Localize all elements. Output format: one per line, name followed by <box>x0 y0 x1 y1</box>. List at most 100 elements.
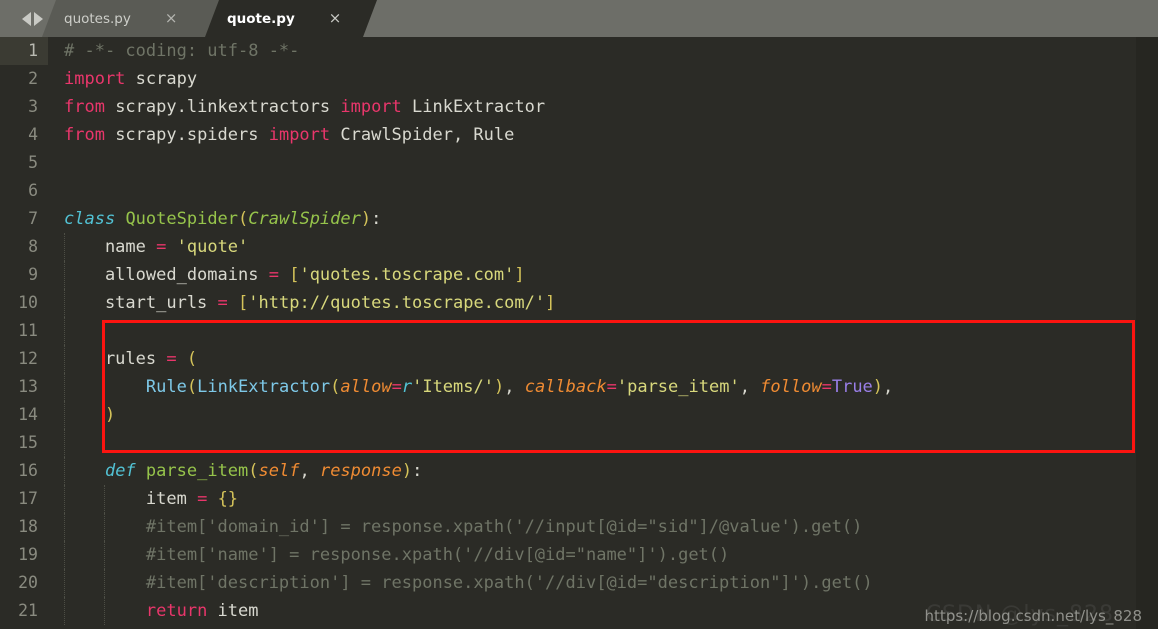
tab-quote-py[interactable]: quote.py × <box>205 0 377 37</box>
token-brk: ) <box>493 377 505 397</box>
indent-guide <box>64 429 65 457</box>
code-line[interactable]: 19 #item['name'] = response.xpath('//div… <box>0 541 1158 569</box>
token-kw: import <box>340 97 402 117</box>
line-number: 2 <box>28 69 38 88</box>
line-number: 5 <box>28 153 38 172</box>
token-punct: , <box>739 377 761 397</box>
token-kw: import <box>64 69 126 89</box>
token-op: = <box>606 377 617 397</box>
token-brk: {} <box>217 489 239 509</box>
line-number: 8 <box>28 237 38 256</box>
token-brk: [ <box>289 265 300 285</box>
token-name: scrapy.spiders <box>104 125 269 145</box>
token-call: LinkExtractor <box>197 377 331 397</box>
tab-quotes-py[interactable]: quotes.py × <box>42 0 220 37</box>
token-brk: ) <box>401 461 413 481</box>
arrow-right-icon[interactable] <box>33 11 43 26</box>
code-line[interactable]: 3 from scrapy.linkextractors import LinkE… <box>0 93 1158 121</box>
token-kw: return <box>145 601 208 621</box>
code-line[interactable]: 15 <box>0 429 1158 457</box>
code-line[interactable]: 10 start_urls = ['http://quotes.toscrape… <box>0 289 1158 317</box>
token-rpfx: r <box>401 377 413 397</box>
token-brk: ( <box>330 377 341 397</box>
code-line[interactable]: 9 allowed_domains = ['quotes.toscrape.co… <box>0 261 1158 289</box>
line-number: 14 <box>18 405 38 424</box>
token-punct <box>177 349 187 369</box>
token-punct <box>136 461 146 481</box>
token-name: scrapy <box>135 69 198 89</box>
code-line[interactable]: 20 #item['description'] = response.xpath… <box>0 569 1158 597</box>
token-str: 'quotes.toscrape.com' <box>299 265 515 285</box>
code-line[interactable]: 12 rules = ( <box>0 345 1158 373</box>
line-number: 7 <box>28 209 38 228</box>
token-brk: ] <box>545 293 556 313</box>
token-str: 'http://quotes.toscrape.com/' <box>248 293 546 313</box>
code-text: ) <box>64 401 115 429</box>
token-kw: from <box>64 125 105 145</box>
code-line[interactable]: 7 class QuoteSpider(CrawlSpider): <box>0 205 1158 233</box>
token-name: scrapy.linkextractors <box>104 97 341 117</box>
token-call: Rule <box>145 377 187 397</box>
token-param: self <box>258 461 300 481</box>
token-brk: ( <box>186 349 198 369</box>
token-const: True <box>831 377 873 397</box>
token-cmt: #item['description'] = response.xpath('/… <box>64 573 873 593</box>
line-number: 17 <box>18 489 38 508</box>
code-line[interactable]: 5 <box>0 149 1158 177</box>
code-line[interactable]: 16 def parse_item(self, response): <box>0 457 1158 485</box>
code-line[interactable]: 13 Rule(LinkExtractor(allow=r'Items/'), … <box>0 373 1158 401</box>
arrow-left-icon[interactable] <box>21 11 31 26</box>
code-line[interactable]: 17 item = {} <box>0 485 1158 513</box>
token-fn: parse_item <box>145 461 249 481</box>
code-line[interactable]: 2 import scrapy <box>0 65 1158 93</box>
watermark-url: https://blog.csdn.net/lys_828 <box>924 607 1142 625</box>
line-number: 10 <box>18 293 38 312</box>
token-str: 'Items/' <box>412 377 494 397</box>
token-brk: ] <box>514 265 525 285</box>
token-op: = <box>197 489 208 509</box>
code-text: #item['name'] = response.xpath('//div[@i… <box>64 541 729 569</box>
code-text: # -*- coding: utf-8 -*- <box>64 37 299 65</box>
tab-label: quote.py <box>227 10 295 27</box>
line-number: 15 <box>18 433 38 452</box>
line-number: 12 <box>18 349 38 368</box>
token-name: item <box>207 601 259 621</box>
token-cls: QuoteSpider <box>125 209 239 229</box>
token-punct <box>207 489 217 509</box>
token-punct <box>64 405 105 425</box>
code-editor[interactable]: 1 # -*- coding: utf-8 -*- 2 import scrapy 3 f… <box>0 37 1158 629</box>
token-name: item <box>64 489 198 509</box>
code-text: #item['domain_id'] = response.xpath('//i… <box>64 513 862 541</box>
token-name: allowed_domains <box>64 265 269 285</box>
line-number: 3 <box>28 97 38 116</box>
indent-guide <box>64 317 65 345</box>
code-text: class QuoteSpider(CrawlSpider): <box>64 205 381 233</box>
token-name: name <box>64 237 157 257</box>
code-line[interactable]: 4 from scrapy.spiders import CrawlSpider,… <box>0 121 1158 149</box>
code-text: def parse_item(self, response): <box>64 457 422 485</box>
token-cmt: #item['domain_id'] = response.xpath('//i… <box>64 517 863 537</box>
editor-tab-bar: quotes.py × quote.py × <box>0 0 1158 37</box>
token-brk: ) <box>104 405 116 425</box>
code-line[interactable]: 8 name = 'quote' <box>0 233 1158 261</box>
token-punct <box>228 293 238 313</box>
token-punct <box>64 377 146 397</box>
code-line[interactable]: 11 <box>0 317 1158 345</box>
token-punct <box>125 69 135 89</box>
token-name: CrawlSpider, Rule <box>330 125 515 145</box>
code-line[interactable]: 6 <box>0 177 1158 205</box>
close-icon[interactable]: × <box>165 11 178 26</box>
code-line[interactable]: 14 ) <box>0 401 1158 429</box>
token-brk: ( <box>186 377 198 397</box>
code-text: return item <box>64 597 259 625</box>
close-icon[interactable]: × <box>329 11 342 26</box>
line-number: 21 <box>18 601 38 620</box>
token-op: = <box>391 377 402 397</box>
token-name: rules <box>64 349 167 369</box>
line-number: 20 <box>18 573 38 592</box>
code-line[interactable]: 18 #item['domain_id'] = response.xpath('… <box>0 513 1158 541</box>
code-line[interactable]: 1 # -*- coding: utf-8 -*- <box>0 37 1158 65</box>
token-param: allow <box>340 377 392 397</box>
editor-right-gutter <box>1136 37 1158 629</box>
code-content[interactable]: 1 # -*- coding: utf-8 -*- 2 import scrapy 3 f… <box>0 37 1158 625</box>
